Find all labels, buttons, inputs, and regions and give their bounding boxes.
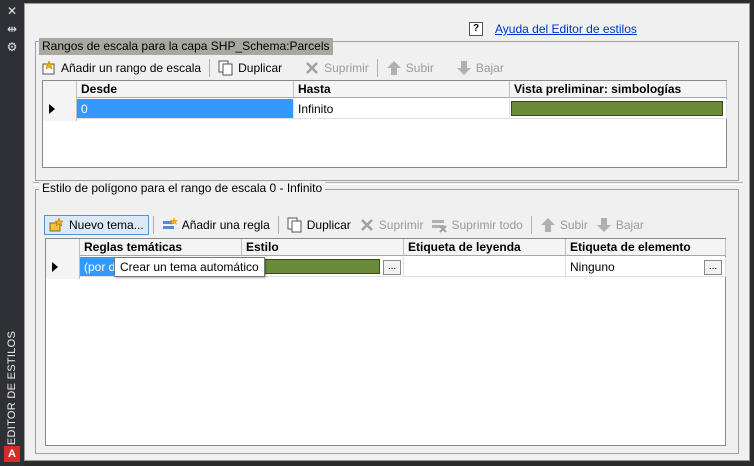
row-header-column — [46, 239, 80, 279]
duplicate-icon — [287, 217, 303, 233]
polygon-style-title: Estilo de polígono para el rango de esca… — [39, 181, 326, 195]
edit-element-label-button[interactable]: ... — [704, 260, 722, 275]
column-header-preview[interactable]: Vista preliminar: simbologías — [510, 81, 727, 98]
element-label-cell[interactable]: Ninguno ... — [566, 257, 726, 277]
arrow-down-icon — [596, 217, 612, 233]
new-theme-button[interactable]: Nuevo tema... — [44, 215, 149, 235]
symbology-preview-swatch — [511, 101, 723, 116]
move-down-rule-button[interactable]: Bajar — [592, 215, 648, 235]
arrow-down-icon — [456, 60, 472, 76]
polygon-style-toolbar: Nuevo tema... Añadir una regla Duplicar … — [44, 214, 648, 236]
move-up-rule-button[interactable]: Subir — [536, 215, 592, 235]
move-up-range-button[interactable]: Subir — [382, 58, 438, 78]
column-header-rules[interactable]: Reglas temáticas — [80, 239, 242, 256]
range-preview-cell[interactable] — [510, 99, 727, 119]
style-editor-panel: ? Ayuda del Editor de estilos Rangos de … — [24, 3, 750, 461]
scale-ranges-grid: Desde Hasta Vista preliminar: simbología… — [42, 80, 727, 168]
column-header-style[interactable]: Estilo — [242, 239, 404, 256]
gear-icon[interactable]: ⚙ — [4, 40, 20, 54]
add-scale-range-button[interactable]: Añadir un rango de escala — [37, 58, 205, 78]
arrow-up-icon — [540, 217, 556, 233]
toolbar-separator — [277, 216, 279, 234]
move-down-range-button[interactable]: Bajar — [452, 58, 508, 78]
range-from-cell[interactable]: 0 — [77, 99, 294, 119]
delete-x-icon — [359, 217, 375, 233]
edit-style-button[interactable]: ... — [383, 260, 401, 275]
help-link[interactable]: Ayuda del Editor de estilos — [495, 22, 637, 36]
style-cell[interactable]: ... — [242, 257, 404, 277]
palette-strip: ✕ ⇹ ⚙ EDITOR DE ESTILOS A — [0, 0, 24, 466]
arrow-up-icon — [386, 60, 402, 76]
column-header-from[interactable]: Desde — [77, 81, 294, 98]
help-icon[interactable]: ? — [469, 22, 483, 36]
delete-range-button[interactable]: Suprimir — [300, 58, 373, 78]
add-range-icon — [41, 60, 57, 76]
column-header-element-label[interactable]: Etiqueta de elemento — [566, 239, 726, 256]
toolbar-separator — [209, 59, 211, 77]
add-rule-button[interactable]: Añadir una regla — [158, 215, 274, 235]
element-label-value: Ninguno — [570, 260, 615, 274]
toolbar-separator — [152, 216, 154, 234]
duplicate-rule-button[interactable]: Duplicar — [283, 215, 355, 235]
help-area: ? Ayuda del Editor de estilos — [469, 20, 637, 38]
range-to-cell[interactable]: Infinito — [294, 99, 510, 119]
row-header-column — [43, 81, 77, 121]
legend-label-cell[interactable] — [404, 257, 566, 277]
toolbar-separator — [376, 59, 378, 77]
delete-rule-button[interactable]: Suprimir — [355, 215, 428, 235]
current-row-arrow-icon — [52, 262, 58, 272]
duplicate-range-button[interactable]: Duplicar — [214, 58, 286, 78]
palette-title: EDITOR DE ESTILOS — [6, 330, 18, 446]
scale-ranges-toolbar: Añadir un rango de escala Duplicar Supri… — [37, 57, 508, 79]
app-logo-icon[interactable]: A — [4, 446, 20, 462]
add-rule-icon — [162, 217, 178, 233]
scale-ranges-title: Rangos de escala para la capa SHP_Schema… — [39, 38, 333, 55]
delete-all-icon — [431, 217, 448, 233]
delete-all-rules-button[interactable]: Suprimir todo — [427, 215, 526, 235]
column-header-to[interactable]: Hasta — [294, 81, 510, 98]
delete-x-icon — [304, 60, 320, 76]
toolbar-separator — [530, 216, 532, 234]
current-row-arrow-icon — [49, 104, 55, 114]
close-icon[interactable]: ✕ — [4, 4, 20, 18]
duplicate-icon — [218, 60, 234, 76]
new-theme-icon — [49, 217, 65, 233]
new-theme-tooltip: Crear un tema automático — [114, 257, 265, 277]
column-header-legend-label[interactable]: Etiqueta de leyenda — [404, 239, 566, 256]
autohide-icon[interactable]: ⇹ — [4, 22, 20, 36]
